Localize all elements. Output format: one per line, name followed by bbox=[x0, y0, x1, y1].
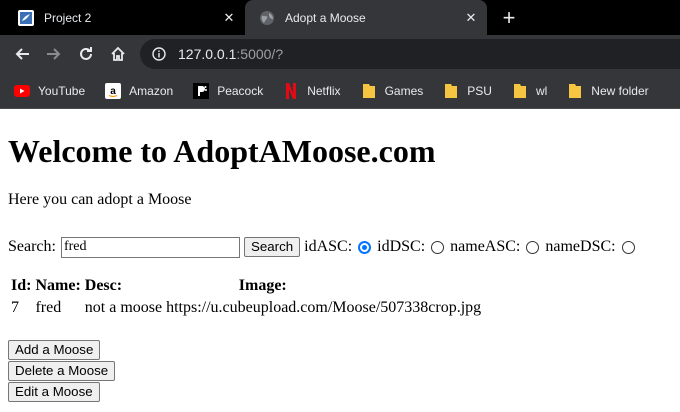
table-row: 7 fred not a moose https://u.cubeupload.… bbox=[10, 298, 482, 318]
search-input[interactable] bbox=[60, 236, 240, 258]
cell-image: https://u.cubeupload.com/Moose/507338cro… bbox=[166, 299, 482, 316]
bookmark-games[interactable]: Games bbox=[361, 83, 424, 99]
bookmark-label: Amazon bbox=[129, 83, 174, 98]
new-tab-button[interactable]: + bbox=[498, 0, 520, 35]
bookmark-label: Peacock bbox=[217, 83, 264, 98]
tab-strip: Project 2 ✕ Adopt a Moose ✕ + bbox=[0, 0, 680, 35]
search-label: Search: bbox=[8, 238, 56, 255]
back-button[interactable] bbox=[6, 38, 38, 70]
forward-arrow-icon bbox=[47, 48, 61, 60]
address-bar[interactable]: 127.0.0.1:5000/? bbox=[140, 39, 680, 69]
home-icon bbox=[111, 46, 125, 61]
reload-icon bbox=[80, 47, 92, 60]
globe-icon bbox=[259, 10, 275, 26]
folder-icon bbox=[567, 83, 583, 99]
sort-label-idasc: idASC: bbox=[304, 238, 353, 255]
url-host: 127.0.0.1 bbox=[178, 46, 237, 62]
sort-label-namedsc: nameDSC: bbox=[545, 238, 616, 255]
tab-project-2[interactable]: Project 2 ✕ bbox=[0, 0, 245, 35]
netflix-icon bbox=[283, 82, 299, 99]
bookmark-peacock[interactable]: Peacock bbox=[193, 82, 264, 99]
home-button[interactable] bbox=[102, 38, 134, 70]
moose-table: Id: Name: Desc: Image: 7 fred not a moos… bbox=[8, 274, 484, 320]
bookmark-amazon[interactable]: a Amazon bbox=[105, 82, 174, 99]
header-image: Image: bbox=[238, 277, 287, 294]
add-moose-button[interactable]: Add a Moose bbox=[8, 340, 101, 360]
edit-moose-button[interactable]: Edit a Moose bbox=[8, 382, 100, 402]
radio-nameasc[interactable] bbox=[526, 240, 540, 254]
cell-name: fred bbox=[35, 299, 62, 316]
folder-icon bbox=[361, 83, 377, 99]
project-favicon-icon bbox=[18, 9, 34, 26]
bookmark-label: YouTube bbox=[38, 83, 86, 98]
back-arrow-icon bbox=[15, 48, 29, 60]
cell-id: 7 bbox=[11, 299, 19, 316]
bookmark-youtube[interactable]: YouTube bbox=[14, 83, 85, 99]
intro-text: Here you can adopt a Moose bbox=[8, 191, 192, 208]
url-path: :5000/? bbox=[236, 46, 284, 62]
search-button[interactable]: Search bbox=[243, 237, 301, 257]
browser-toolbar: 127.0.0.1:5000/? bbox=[0, 35, 680, 73]
forward-button[interactable] bbox=[38, 38, 70, 70]
bookmark-wl[interactable]: wl bbox=[512, 83, 547, 99]
delete-moose-button[interactable]: Delete a Moose bbox=[8, 361, 116, 381]
bookmark-psu[interactable]: PSU bbox=[443, 83, 492, 99]
bookmark-label: wl bbox=[535, 83, 548, 98]
radio-idasc[interactable] bbox=[358, 240, 372, 254]
tab-title: Project 2 bbox=[44, 10, 92, 25]
folder-icon bbox=[443, 83, 459, 99]
close-tab-icon[interactable]: ✕ bbox=[463, 10, 479, 26]
action-buttons: Add a Moose Delete a Moose Edit a Moose bbox=[8, 340, 672, 402]
bookmark-netflix[interactable]: Netflix bbox=[283, 82, 341, 99]
bookmarks-bar: YouTube a Amazon Peacock Netflix Games P… bbox=[0, 73, 680, 109]
cell-desc-image: not a moose https://u.cubeupload.com/Moo… bbox=[84, 298, 482, 318]
search-form: Search: Search idASC: idDSC: nameASC: na… bbox=[8, 236, 672, 258]
site-info-icon[interactable] bbox=[152, 47, 166, 61]
svg-text:a: a bbox=[110, 86, 116, 97]
bookmark-label: Netflix bbox=[307, 83, 341, 98]
folder-icon bbox=[512, 83, 528, 99]
header-name: Name: bbox=[35, 277, 81, 294]
page-content: Welcome to AdoptAMoose.com Here you can … bbox=[0, 133, 680, 402]
page-title: Welcome to AdoptAMoose.com bbox=[8, 133, 436, 169]
table-header-row: Id: Name: Desc: Image: bbox=[10, 276, 482, 296]
radio-namedsc[interactable] bbox=[621, 240, 635, 254]
tab-adopt-a-moose[interactable]: Adopt a Moose ✕ bbox=[245, 0, 487, 35]
tab-title: Adopt a Moose bbox=[285, 10, 366, 25]
radio-iddsc[interactable] bbox=[431, 240, 445, 254]
bookmark-new-folder[interactable]: New folder bbox=[567, 83, 649, 99]
bookmark-label: PSU bbox=[467, 83, 492, 98]
youtube-icon bbox=[14, 83, 30, 99]
cell-desc: not a moose bbox=[84, 299, 163, 316]
bookmark-label: New folder bbox=[591, 83, 649, 98]
reload-button[interactable] bbox=[70, 38, 102, 70]
close-tab-icon[interactable]: ✕ bbox=[221, 10, 237, 26]
sort-label-nameasc: nameASC: bbox=[450, 238, 521, 255]
amazon-icon: a bbox=[105, 82, 122, 99]
header-desc: Desc: bbox=[84, 277, 123, 294]
peacock-icon bbox=[193, 82, 210, 99]
sort-label-iddsc: idDSC: bbox=[377, 238, 426, 255]
bookmark-label: Games bbox=[384, 83, 424, 98]
header-id: Id: bbox=[11, 277, 32, 294]
